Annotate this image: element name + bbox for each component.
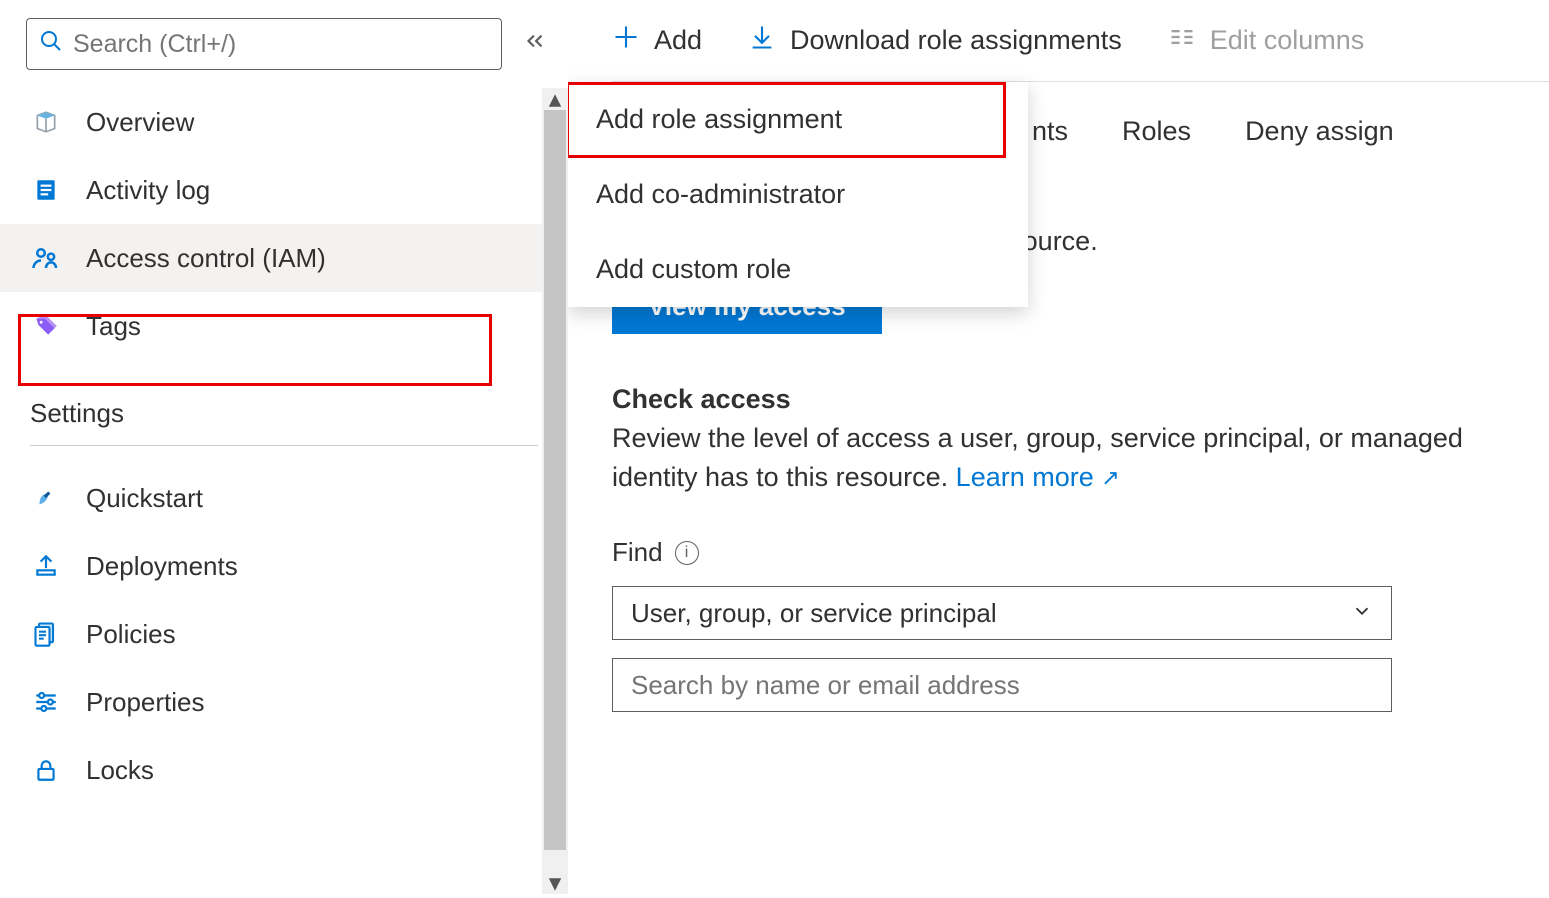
sidebar-item-label: Access control (IAM)	[86, 243, 326, 274]
people-icon	[30, 243, 62, 273]
search-icon	[39, 29, 63, 60]
info-icon[interactable]: i	[675, 541, 699, 565]
scroll-down-icon[interactable]: ▾	[542, 872, 568, 894]
scrollbar[interactable]: ▴ ▾	[542, 88, 568, 894]
sidebar-search[interactable]	[26, 18, 502, 70]
sidebar-item-tags[interactable]: Tags	[0, 292, 568, 360]
collapse-sidebar-button[interactable]	[522, 28, 548, 61]
external-link-icon: ↗	[1101, 465, 1119, 490]
find-label: Find	[612, 537, 663, 568]
download-role-assignments-button[interactable]: Download role assignments	[748, 23, 1122, 58]
sidebar-item-label: Tags	[86, 311, 141, 342]
check-access-desc: Review the level of access a user, group…	[612, 419, 1549, 497]
command-bar: Add Download role assignments Edit colum…	[612, 0, 1549, 82]
dropdown-item-add-custom-role[interactable]: Add custom role	[568, 232, 1028, 307]
select-value: User, group, or service principal	[631, 598, 997, 629]
sidebar-item-label: Policies	[86, 619, 176, 650]
upload-icon	[30, 553, 62, 579]
dropdown-item-add-role-assignment[interactable]: Add role assignment	[568, 82, 1028, 157]
tab-deny-assignments-partial[interactable]: Deny assign	[1245, 116, 1394, 147]
main-content: Add Download role assignments Edit colum…	[568, 0, 1549, 894]
plus-icon	[612, 23, 640, 58]
quickstart-icon	[30, 485, 62, 511]
check-access-title: Check access	[612, 384, 1549, 415]
sidebar-item-deployments[interactable]: Deployments	[0, 532, 568, 600]
find-type-select[interactable]: User, group, or service principal	[612, 586, 1392, 640]
log-icon	[30, 177, 62, 203]
sidebar-item-policies[interactable]: Policies	[0, 600, 568, 668]
scrollbar-thumb[interactable]	[544, 110, 566, 850]
edit-columns-button: Edit columns	[1168, 23, 1365, 58]
sidebar-item-locks[interactable]: Locks	[0, 736, 568, 804]
sidebar-item-label: Properties	[86, 687, 205, 718]
sidebar-item-activity-log[interactable]: Activity log	[0, 156, 568, 224]
tab-role-assignments-partial[interactable]: nts	[1032, 116, 1068, 147]
sidebar: Overview Activity log Access control (IA…	[0, 0, 568, 894]
dropdown-item-add-co-administrator[interactable]: Add co-administrator	[568, 157, 1028, 232]
sidebar-nav: Overview Activity log Access control (IA…	[0, 88, 568, 824]
tab-roles[interactable]: Roles	[1122, 116, 1191, 147]
lock-icon	[30, 757, 62, 783]
tag-icon	[30, 313, 62, 339]
sidebar-item-label: Overview	[86, 107, 194, 138]
divider	[30, 445, 538, 446]
sidebar-item-properties[interactable]: Properties	[0, 668, 568, 736]
find-search-input-wrap[interactable]	[612, 658, 1392, 712]
scroll-up-icon[interactable]: ▴	[542, 88, 568, 110]
sidebar-search-input[interactable]	[73, 30, 489, 59]
sidebar-item-label: Quickstart	[86, 483, 203, 514]
sidebar-item-label: Deployments	[86, 551, 238, 582]
sidebar-item-quickstart[interactable]: Quickstart	[0, 464, 568, 532]
columns-icon	[1168, 23, 1196, 58]
sliders-icon	[30, 689, 62, 715]
download-icon	[748, 23, 776, 58]
toolbar-label: Edit columns	[1210, 25, 1365, 56]
cube-icon	[30, 109, 62, 135]
learn-more-link[interactable]: Learn more ↗	[956, 462, 1120, 492]
chevron-down-icon	[1351, 598, 1373, 629]
add-dropdown: Add role assignment Add co-administrator…	[568, 82, 1028, 307]
policies-icon	[30, 620, 62, 648]
sidebar-group-settings: Settings	[0, 360, 568, 437]
sidebar-item-label: Activity log	[86, 175, 210, 206]
toolbar-label: Add	[654, 25, 702, 56]
find-search-input[interactable]	[631, 670, 1373, 701]
sidebar-item-overview[interactable]: Overview	[0, 88, 568, 156]
toolbar-label: Download role assignments	[790, 25, 1122, 56]
sidebar-item-label: Locks	[86, 755, 154, 786]
sidebar-item-access-control[interactable]: Access control (IAM)	[0, 224, 568, 292]
add-button[interactable]: Add	[612, 23, 702, 58]
